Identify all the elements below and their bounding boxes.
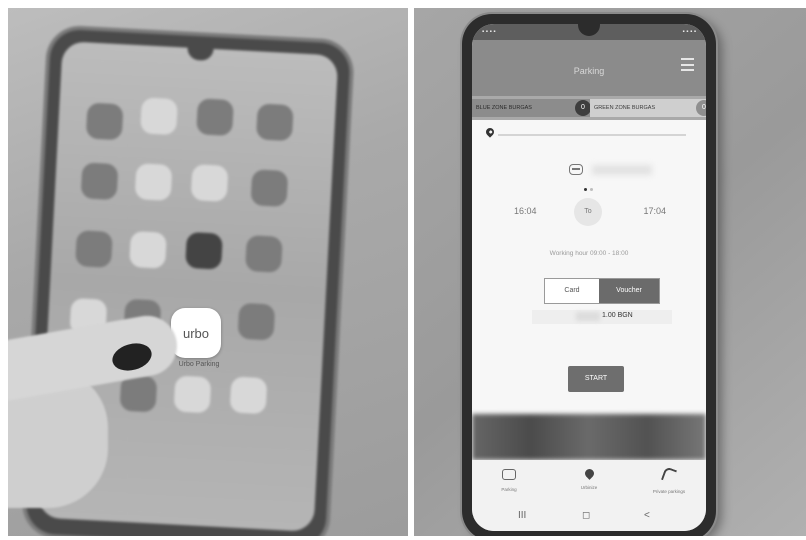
pager-dot [590,188,593,191]
app-icon[interactable] [129,230,167,269]
price: 1.00 BGN [602,312,633,319]
end-time[interactable]: 17:04 [643,206,666,216]
address-blurred [498,134,686,136]
app-icon[interactable] [85,102,124,141]
price-prefix-blurred [576,312,600,321]
app-icon[interactable] [185,231,223,270]
vehicle-pager-dots[interactable] [584,178,596,196]
parking-form: 16:04 To 17:04 Working hour 09:00 - 18:0… [472,120,706,414]
back-button[interactable]: < [644,510,650,521]
parking-app-screen: ▪ ▪ ▪ ▪ ▪ ▪ ▪ ▪ Parking BLUE ZONE BURGAS… [472,24,706,531]
license-plate-blurred [592,165,652,175]
status-icons-left: ▪ ▪ ▪ ▪ [482,29,496,35]
urbo-parking-app[interactable]: urbo Urbo Parking [171,308,227,382]
urbo-app-icon[interactable]: urbo [171,308,221,358]
tab-green-zone[interactable]: GREEN ZONE BURGAS 0 [590,99,706,117]
location-pin-icon [484,126,496,138]
zone-tabs: BLUE ZONE BURGAS 0 GREEN ZONE BURGAS 0 [472,96,706,120]
home-button[interactable]: ◻ [582,510,590,521]
nav-private-parkings[interactable]: Private parkings [634,464,704,494]
price-row: 1.00 BGN [532,310,672,324]
location-row[interactable] [484,126,686,142]
bottom-nav: Parking Urbinize Private parkings [472,460,706,506]
start-time[interactable]: 16:04 [514,206,537,216]
status-icons-right: ▪ ▪ ▪ ▪ [682,29,696,35]
time-range: 16:04 To 17:04 [472,198,706,228]
start-button[interactable]: START [568,366,624,392]
zone-count-badge: 0 [575,100,591,116]
payment-toggle: Card Voucher [544,278,660,304]
app-icon[interactable] [80,162,119,201]
location-pin-icon [582,467,596,480]
nav-label: Parking [501,487,517,492]
nav-label: Urbinize [580,485,598,490]
card-option[interactable]: Card [545,279,599,303]
pager-dot [584,188,587,191]
page-title: Parking [573,66,605,76]
app-icon[interactable] [255,103,294,142]
nav-label: Private parkings [652,489,686,494]
zone-count-badge: 0 [696,100,706,116]
left-photo: urbo Urbo Parking [8,8,408,536]
app-icon[interactable] [190,164,229,202]
blurred-banner [472,414,706,460]
system-nav-bar: III ◻ < [472,506,706,531]
camera-notch [186,47,214,61]
app-icon[interactable] [237,302,276,341]
working-hours: Working hour 09:00 - 18:00 [549,250,629,257]
parking-app-phone: ▪ ▪ ▪ ▪ ▪ ▪ ▪ ▪ Parking BLUE ZONE BURGAS… [462,14,716,536]
recent-apps-button[interactable]: III [518,510,526,521]
app-icon[interactable] [75,230,113,268]
app-icon[interactable] [134,163,173,201]
app-icon[interactable] [119,374,158,413]
to-label: To [574,198,602,226]
car-icon [569,164,583,175]
right-photo: ▪ ▪ ▪ ▪ ▪ ▪ ▪ ▪ Parking BLUE ZONE BURGAS… [414,8,806,536]
photo-collage: urbo Urbo Parking ▪ ▪ ▪ ▪ ▪ ▪ ▪ ▪ Parkin… [0,0,806,540]
app-icon[interactable] [244,235,283,273]
app-icon[interactable] [229,376,268,415]
hamburger-menu-icon[interactable] [681,58,694,71]
zone-label: BLUE ZONE BURGAS [476,105,532,111]
app-icon[interactable] [196,98,234,137]
zone-label: GREEN ZONE BURGAS [594,105,656,111]
app-icon[interactable] [250,169,289,208]
voucher-option[interactable]: Voucher [599,279,659,303]
nav-parking[interactable]: Parking [474,464,544,492]
app-icon[interactable] [140,97,178,136]
key-icon [660,466,678,484]
tab-blue-zone[interactable]: BLUE ZONE BURGAS 0 [472,99,594,117]
nav-urbinize[interactable]: Urbinize [554,464,624,490]
urbo-app-label: Urbo Parking [178,361,220,368]
car-icon [502,469,516,480]
app-bar: Parking [472,40,706,96]
